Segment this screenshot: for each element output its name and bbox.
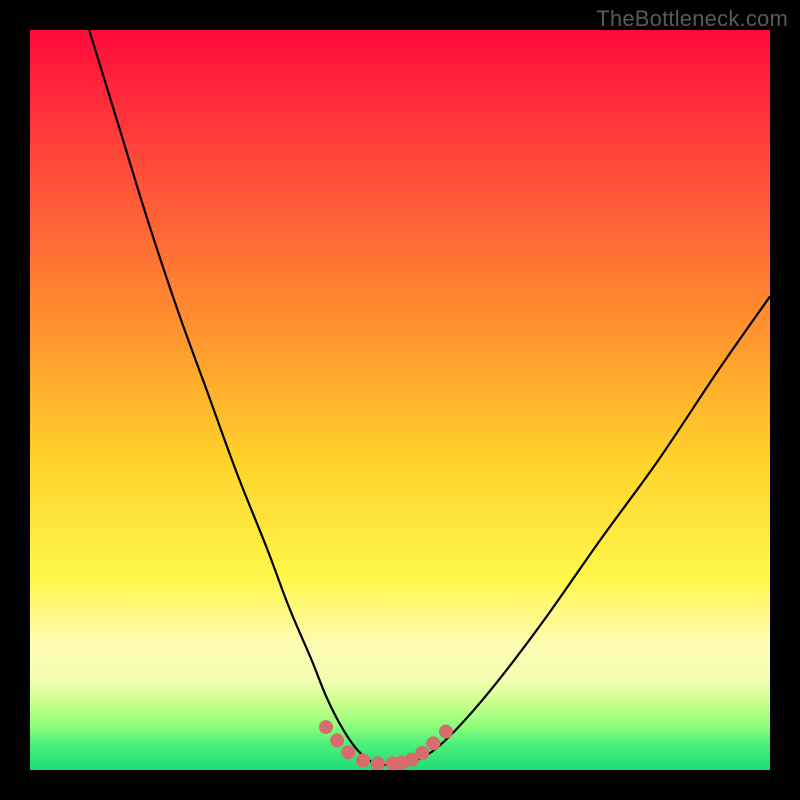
marker-point — [341, 745, 355, 759]
marker-point — [415, 746, 429, 760]
marker-point — [439, 725, 453, 739]
marker-point — [371, 756, 385, 770]
marker-point — [426, 736, 440, 750]
chart-svg — [30, 30, 770, 770]
plot-area — [30, 30, 770, 770]
chart-frame: TheBottleneck.com — [0, 0, 800, 800]
marker-point — [319, 720, 333, 734]
chart-background — [30, 30, 770, 770]
marker-point — [356, 753, 370, 767]
marker-point — [330, 733, 344, 747]
watermark-label: TheBottleneck.com — [596, 6, 788, 32]
